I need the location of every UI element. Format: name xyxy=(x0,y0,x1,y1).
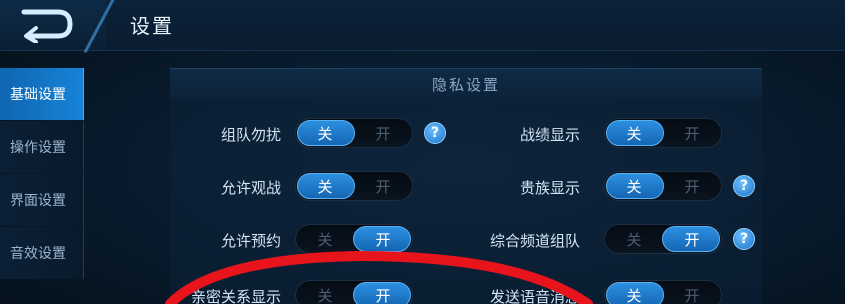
sidebar-item-interface[interactable]: 界面设置 xyxy=(0,174,84,226)
setting-label: 综合频道组队 xyxy=(489,232,580,250)
help-icon[interactable]: ? xyxy=(733,175,755,197)
panel-title: 隐私设置 xyxy=(431,76,500,94)
help-icon[interactable]: ? xyxy=(733,228,755,250)
setting-toggle[interactable]: 关开 xyxy=(604,224,722,254)
sidebar-item-label: 操作设置 xyxy=(10,140,66,156)
toggle-option-off: 关 xyxy=(317,178,333,196)
setting-label: 发送语音消息 xyxy=(489,288,580,304)
toggle-option-on: 开 xyxy=(375,287,391,304)
setting-label: 战绩显示 xyxy=(519,126,580,144)
sidebar-item-audio[interactable]: 音效设置 xyxy=(0,227,84,279)
page-title: 设置 xyxy=(130,14,174,38)
toggle-option-on: 开 xyxy=(684,125,700,143)
help-icon[interactable]: ? xyxy=(424,122,446,144)
toggle-option-on: 开 xyxy=(375,231,391,249)
toggle-option-on: 开 xyxy=(684,178,700,196)
sidebar-item-label: 音效设置 xyxy=(10,246,66,262)
setting-label: 亲密关系显示 xyxy=(190,288,281,304)
toggle-option-on: 开 xyxy=(684,287,700,304)
sidebar-item-label: 基础设置 xyxy=(10,87,66,103)
settings-sidebar: 基础设置 操作设置 界面设置 音效设置 xyxy=(0,68,84,280)
toggle-option-off: 关 xyxy=(317,287,333,304)
sidebar-item-label: 界面设置 xyxy=(10,193,66,209)
setting-toggle[interactable]: 关开 xyxy=(604,118,722,148)
toggle-option-on: 开 xyxy=(684,231,700,249)
setting-toggle[interactable]: 关开 xyxy=(604,280,722,304)
setting-toggle[interactable]: 关开 xyxy=(295,224,413,254)
back-arrow-icon xyxy=(21,9,73,43)
toggle-option-off: 关 xyxy=(317,231,333,249)
toggle-option-on: 开 xyxy=(375,178,391,196)
setting-toggle[interactable]: 关开 xyxy=(295,171,413,201)
toggle-option-off: 关 xyxy=(317,125,333,143)
setting-label: 允许观战 xyxy=(220,179,281,197)
setting-toggle[interactable]: 关开 xyxy=(604,171,722,201)
toggle-option-off: 关 xyxy=(626,125,642,143)
header-bar: 设置 xyxy=(0,0,845,54)
setting-label: 贵族显示 xyxy=(519,179,580,197)
panel-header: 隐私设置 xyxy=(170,69,762,99)
toggle-option-off: 关 xyxy=(626,287,642,304)
settings-screen: 设置 基础设置 操作设置 界面设置 音效设置 隐私设置 组队勿扰关开? 允许观战关… xyxy=(0,0,845,304)
setting-label: 组队勿扰 xyxy=(220,126,281,144)
setting-label: 允许预约 xyxy=(220,232,281,250)
setting-toggle[interactable]: 关开 xyxy=(295,280,413,304)
toggle-option-off: 关 xyxy=(626,178,642,196)
toggle-option-off: 关 xyxy=(626,231,642,249)
sidebar-item-basic[interactable]: 基础设置 xyxy=(0,68,84,120)
toggle-option-on: 开 xyxy=(375,125,391,143)
sidebar-item-controls[interactable]: 操作设置 xyxy=(0,121,84,173)
setting-toggle[interactable]: 关开 xyxy=(295,118,413,148)
